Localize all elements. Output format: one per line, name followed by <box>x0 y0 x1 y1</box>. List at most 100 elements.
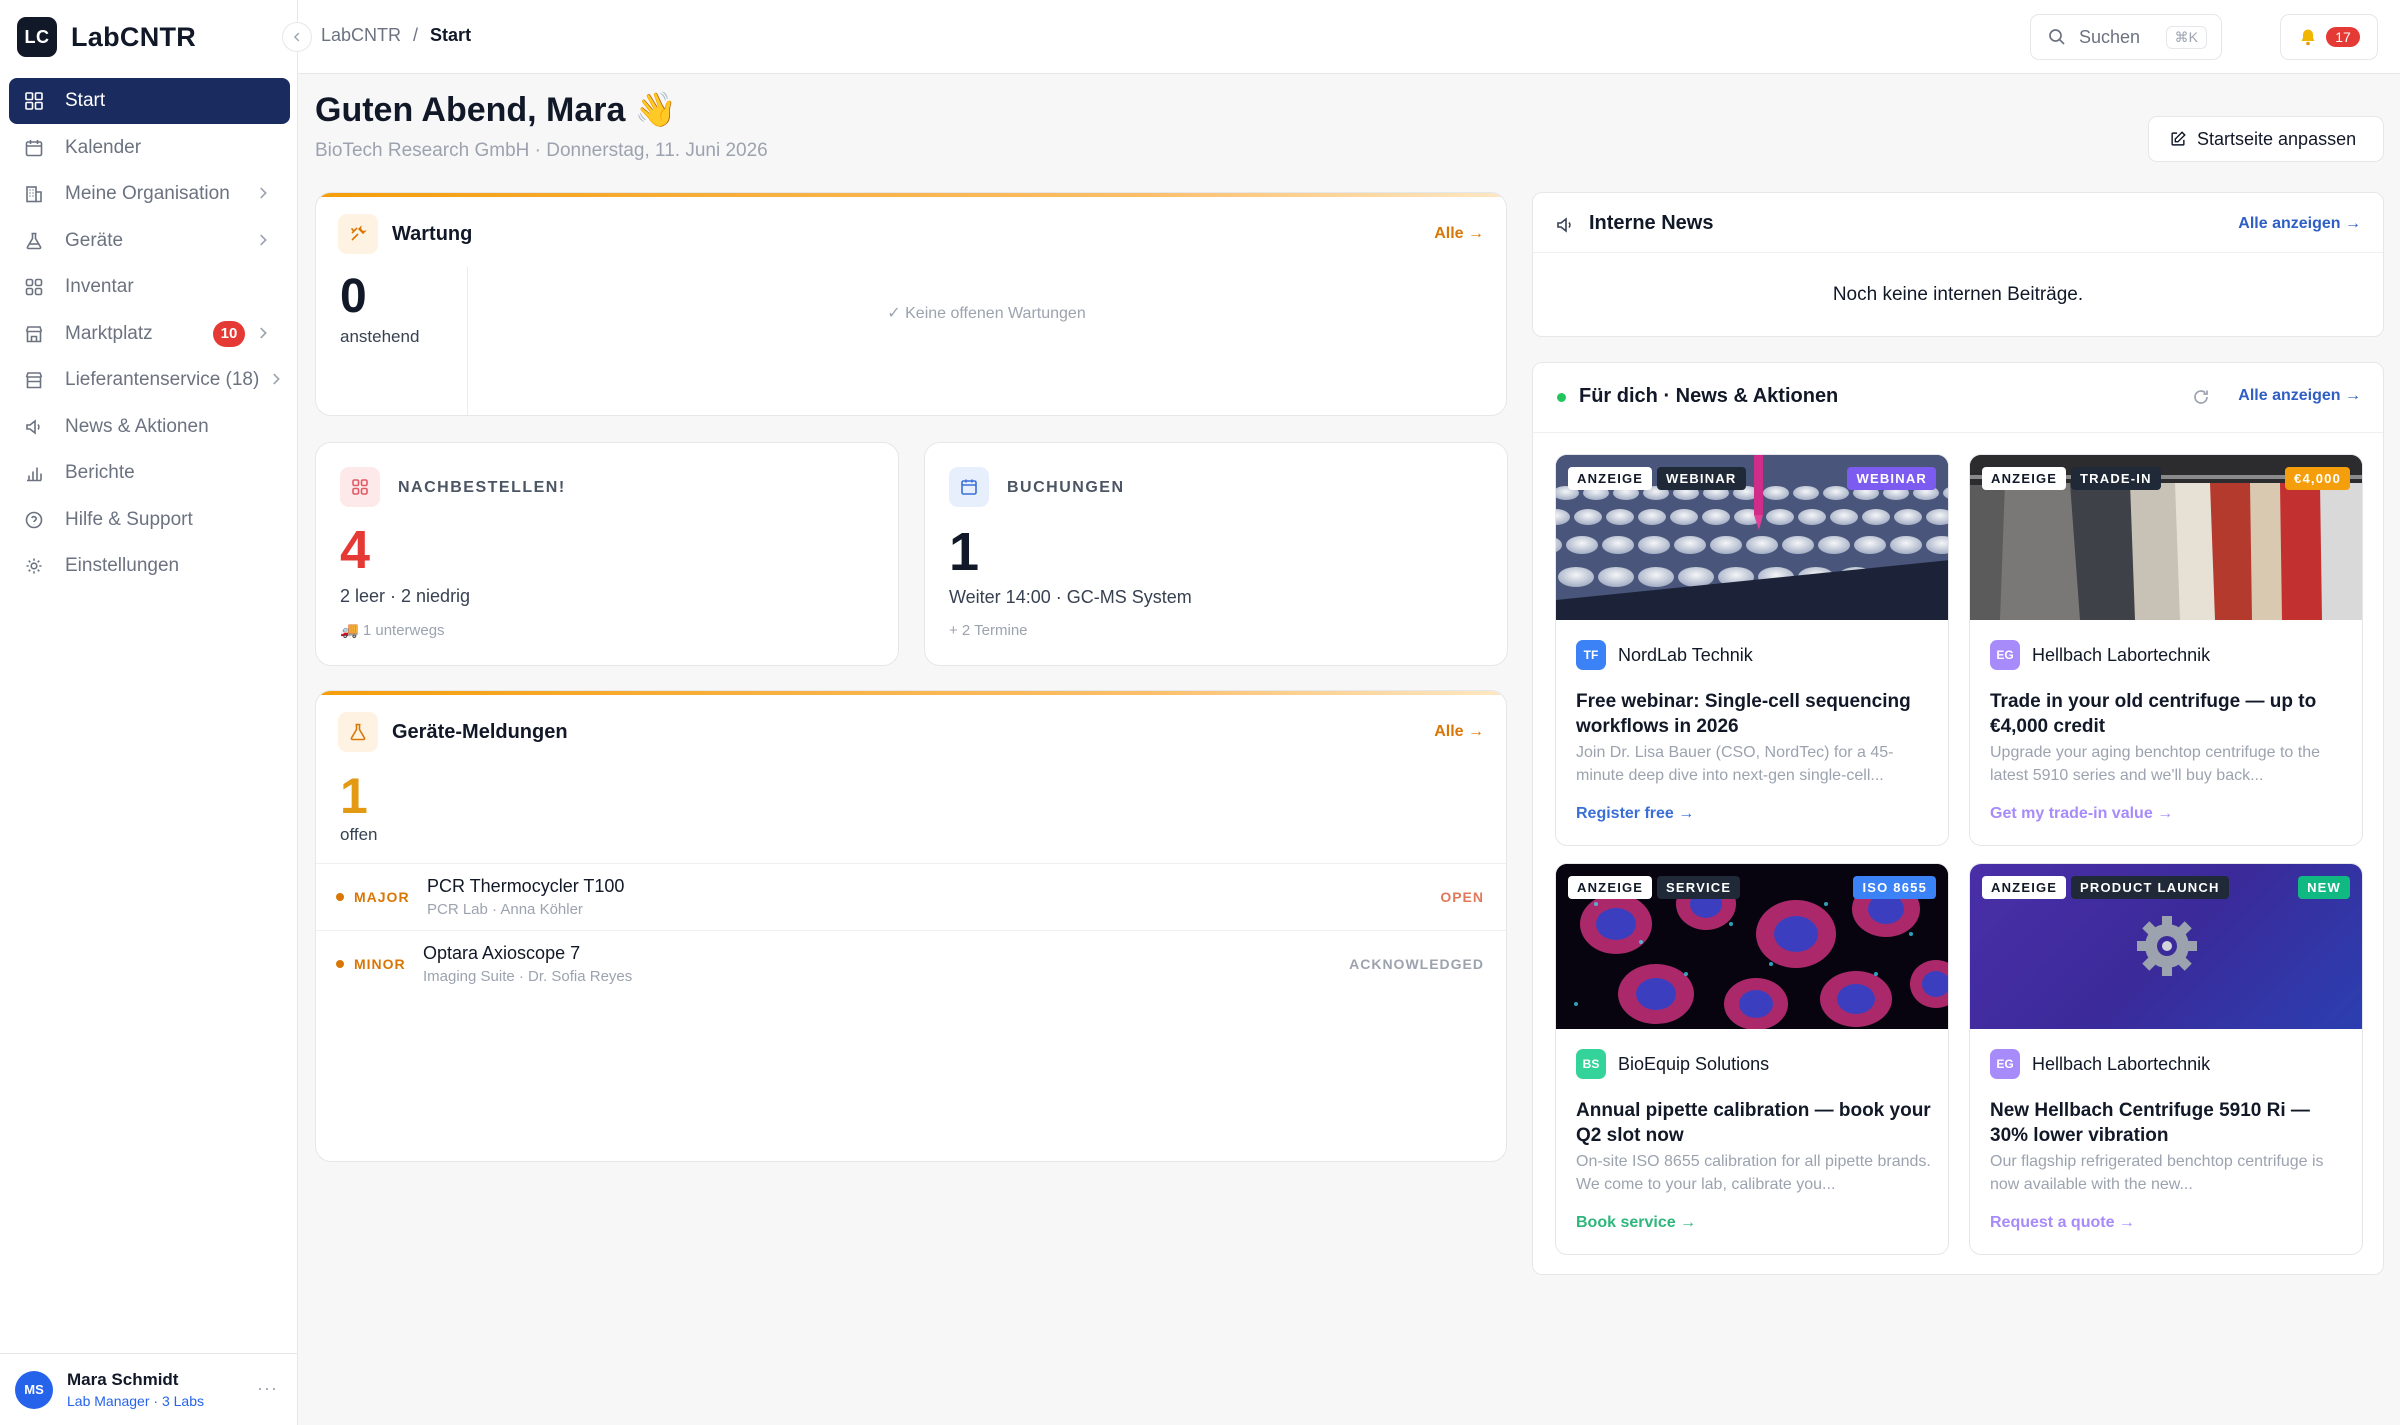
tile-body: On-site ISO 8655 calibration for all pip… <box>1576 1153 1931 1193</box>
for-you-card: Für dich · News & Aktionen Alle anzeigen… <box>1532 362 2384 1275</box>
brand[interactable]: LC LabCNTR <box>17 17 196 57</box>
reorder-title: NACHBESTELLEN! <box>398 479 566 496</box>
vendor-logo: EG <box>1990 640 2020 670</box>
news-tile[interactable]: ANZEIGE TRADE-IN €4,000 EG Hellbach Labo… <box>1969 454 2363 846</box>
trade-in-link[interactable]: Get my trade-in value → <box>1990 805 2173 823</box>
breadcrumb-separator: / <box>413 25 419 45</box>
vendor: EG Hellbach Labortechnik <box>1990 1049 2210 1079</box>
device-reports-count-label: offen <box>340 825 378 844</box>
avatar: MS <box>15 1370 53 1409</box>
bar-chart-icon <box>23 462 45 484</box>
vendor: TF NordLab Technik <box>1576 640 1753 670</box>
tile-body: Our flagship refrigerated benchtop centr… <box>1990 1153 2324 1193</box>
sidebar-item-label: Inventar <box>65 276 134 297</box>
highlight-tag: €4,000 <box>2285 467 2350 490</box>
device-reports-title: Geräte-Meldungen <box>392 721 568 743</box>
sidebar-item-organisation[interactable]: Meine Organisation <box>9 171 290 217</box>
status-badge: OPEN <box>1440 889 1484 905</box>
search-label: Suchen <box>2079 26 2141 47</box>
more-icon[interactable]: ··· <box>257 1378 278 1399</box>
maintenance-count-label: anstehend <box>340 327 420 346</box>
category-tag: PRODUCT LAUNCH <box>2071 876 2229 899</box>
boxes-icon <box>340 467 380 507</box>
vendor: EG Hellbach Labortechnik <box>1990 640 2210 670</box>
reorder-note: 🚚 1 unterwegs <box>340 622 445 639</box>
for-you-all-link[interactable]: Alle anzeigen → <box>2238 387 2361 405</box>
reorder-detail: 2 leer · 2 niedrig <box>340 586 471 606</box>
marktplatz-badge: 10 <box>213 320 245 347</box>
collapse-sidebar-button[interactable] <box>282 22 312 52</box>
vendor-logo: TF <box>1576 640 1606 670</box>
table-row[interactable]: MAJOR PCR Thermocycler T100 PCR Lab · An… <box>316 863 1506 930</box>
breadcrumb-current: Start <box>430 25 472 45</box>
user-name: Mara Schmidt <box>67 1370 179 1389</box>
breadcrumb-root[interactable]: LabCNTR <box>321 25 401 46</box>
sidebar-item-berichte[interactable]: Berichte <box>9 450 290 496</box>
vendor-name: Hellbach Labortechnik <box>2032 644 2211 665</box>
boxes-icon <box>23 276 45 298</box>
brand-name: LabCNTR <box>71 21 197 52</box>
sidebar-item-marktplatz[interactable]: Marktplatz 10 <box>9 311 290 357</box>
reorder-count: 4 <box>340 520 371 580</box>
reorder-card[interactable]: NACHBESTELLEN! 4 2 leer · 2 niedrig 🚚 1 … <box>315 442 899 666</box>
news-tile[interactable]: ANZEIGE SERVICE ISO 8655 BS BioEquip Sol… <box>1555 863 1949 1255</box>
book-service-link[interactable]: Book service → <box>1576 1214 1696 1232</box>
customize-start-button[interactable]: Startseite anpassen <box>2148 116 2384 162</box>
sidebar-item-hilfe[interactable]: Hilfe & Support <box>9 497 290 543</box>
news-tile[interactable]: ANZEIGE WEBINAR WEBINAR TF NordLab Techn… <box>1555 454 1949 846</box>
sidebar-item-start[interactable]: Start <box>9 78 290 124</box>
category-tag: WEBINAR <box>1657 467 1746 490</box>
bookings-title: BUCHUNGEN <box>1007 479 1125 496</box>
sidebar-item-news[interactable]: News & Aktionen <box>9 404 290 450</box>
maintenance-count: 0 <box>340 270 367 323</box>
device-reports-all-link[interactable]: Alle → <box>1434 723 1484 741</box>
internal-news-title: Interne News <box>1589 212 1714 234</box>
truck-store-icon <box>23 369 45 391</box>
search-button[interactable]: Suchen ⌘K <box>2030 14 2222 60</box>
bookings-note: + 2 Termine <box>949 622 1028 639</box>
chevron-right-icon <box>260 326 267 339</box>
search-icon <box>2049 29 2065 45</box>
page-subtitle: BioTech Research GmbH · Donnerstag, 11. … <box>315 140 768 161</box>
user-profile[interactable]: MS Mara Schmidt Lab Manager · 3 Labs ··· <box>0 1353 298 1425</box>
device-name: PCR Thermocycler T100 <box>427 876 625 896</box>
sidebar-item-label: Hilfe & Support <box>65 508 193 530</box>
megaphone-icon <box>23 416 45 438</box>
severity-badge: MINOR <box>336 956 406 972</box>
live-dot <box>1557 393 1566 402</box>
maintenance-title: Wartung <box>392 223 473 245</box>
severity-label: MAJOR <box>354 889 410 905</box>
sidebar-item-label: Kalender <box>65 136 142 158</box>
notification-count: 17 <box>2326 27 2360 47</box>
divider <box>1533 252 2383 253</box>
request-quote-link[interactable]: Request a quote → <box>1990 1214 2135 1232</box>
notifications-button[interactable]: 17 <box>2280 14 2378 60</box>
register-link[interactable]: Register free → <box>1576 805 1694 823</box>
bookings-card[interactable]: BUCHUNGEN 1 Weiter 14:00 · GC-MS System … <box>924 442 1508 666</box>
sidebar-item-geraete[interactable]: Geräte <box>9 218 290 264</box>
chevron-right-icon <box>260 233 267 246</box>
vendor-name: Hellbach Labortechnik <box>2032 1053 2211 1074</box>
brand-logo: LC <box>17 17 57 57</box>
maintenance-all-link[interactable]: Alle → <box>1434 225 1484 243</box>
grid-icon <box>23 90 45 112</box>
breadcrumb: LabCNTR / Start <box>321 25 471 46</box>
refresh-icon[interactable] <box>2191 387 2211 407</box>
sidebar-item-lieferantenservice[interactable]: Lieferantenservice (18) <box>9 357 290 403</box>
tile-title: New Hellbach Centrifuge 5910 Ri — 30% lo… <box>1990 1100 2310 1146</box>
severity-dot <box>336 893 344 901</box>
bell-icon <box>2301 29 2315 46</box>
internal-news-all-link[interactable]: Alle anzeigen → <box>2238 215 2361 233</box>
ad-tag: ANZEIGE <box>1982 876 2067 899</box>
sidebar-item-kalender[interactable]: Kalender <box>9 125 290 171</box>
maintenance-card: Wartung Alle → 0 anstehend ✓ Keine offen… <box>315 192 1507 416</box>
news-tile[interactable]: ANZEIGE PRODUCT LAUNCH NEW EG Hellbach L… <box>1969 863 2363 1255</box>
sidebar-item-inventar[interactable]: Inventar <box>9 264 290 310</box>
device-location: PCR Lab · Anna Köhler <box>427 901 583 918</box>
internal-news-empty: Noch keine internen Beiträge. <box>1832 284 2084 305</box>
sidebar-item-einstellungen[interactable]: Einstellungen <box>9 543 290 589</box>
sidebar-item-label: Lieferantenservice (18) <box>65 369 260 390</box>
gear-icon <box>23 555 45 577</box>
table-row[interactable]: MINOR Optara Axioscope 7 Imaging Suite ·… <box>316 930 1506 997</box>
severity-badge: MAJOR <box>336 889 410 905</box>
